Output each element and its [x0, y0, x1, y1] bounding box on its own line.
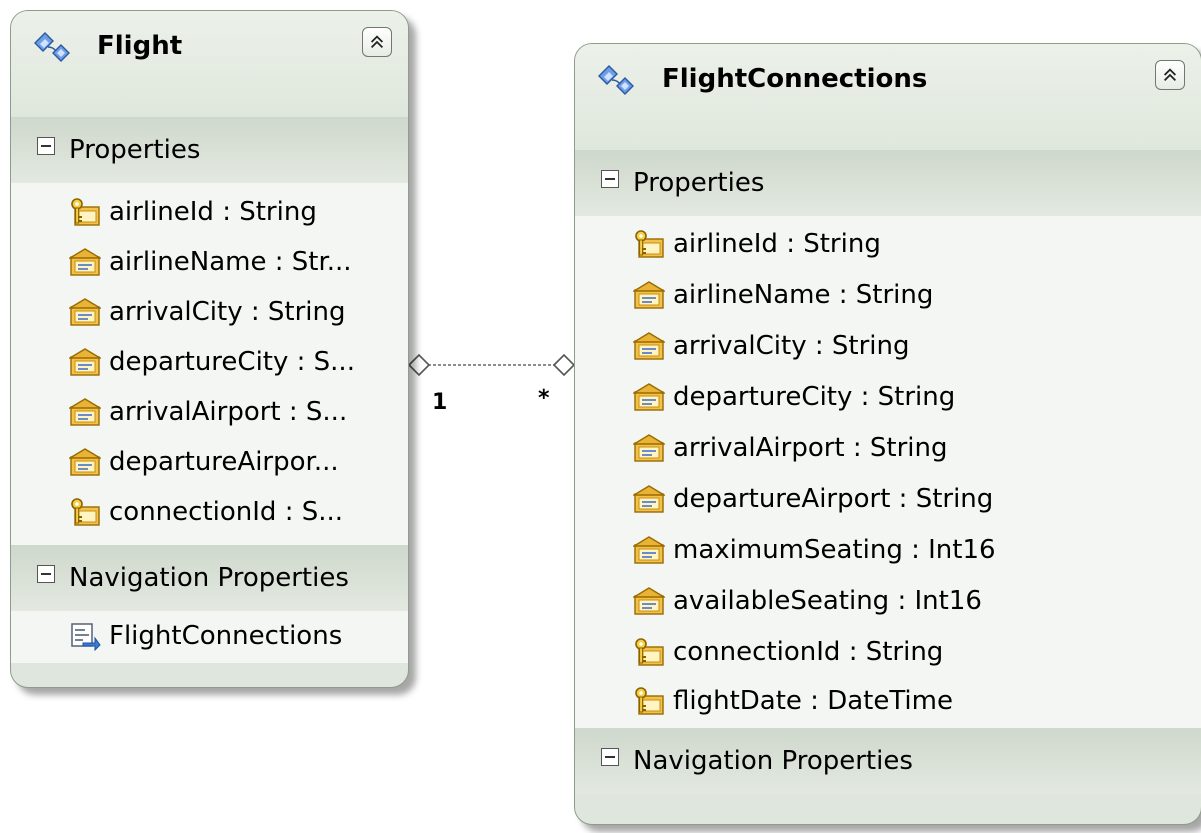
key-property-icon	[69, 197, 101, 227]
entity-title: Flight	[97, 31, 183, 61]
entity-icon	[595, 60, 639, 100]
property-item[interactable]: departureAirport : String	[633, 476, 993, 522]
key-property-icon	[633, 637, 665, 667]
property-icon	[633, 484, 665, 514]
property-icon	[69, 297, 101, 327]
key-property-icon	[69, 497, 101, 527]
property-item[interactable]: arrivalCity : String	[633, 323, 909, 369]
entity-title: FlightConnections	[662, 64, 928, 94]
section-label: Navigation Properties	[69, 563, 349, 593]
property-icon	[69, 397, 101, 427]
multiplicity-many: *	[538, 386, 550, 411]
entity-header[interactable]: Flight	[11, 11, 408, 117]
section-label: Navigation Properties	[633, 746, 913, 776]
properties-section-header[interactable]: Properties	[11, 117, 408, 183]
navigation-section-header[interactable]: Navigation Properties	[575, 728, 1201, 794]
entity-flight[interactable]: Flight Properties airlineId : String air…	[10, 10, 409, 688]
collapse-button[interactable]	[1155, 60, 1185, 90]
property-item[interactable]: arrivalCity : String	[69, 289, 345, 335]
entity-flight-connections[interactable]: FlightConnections Properties airlineId :…	[574, 43, 1201, 825]
property-item[interactable]: departureCity : S...	[69, 339, 355, 385]
entity-icon	[31, 27, 75, 67]
association-end-flight	[407, 353, 431, 377]
property-icon	[633, 280, 665, 310]
key-property-icon	[633, 686, 665, 716]
property-icon	[69, 347, 101, 377]
property-item[interactable]: arrivalAirport : S...	[69, 389, 347, 435]
property-item[interactable]: airlineName : String	[633, 272, 933, 318]
navigation-property-icon	[69, 621, 101, 651]
section-label: Properties	[633, 168, 765, 198]
navigation-list: FlightConnections	[11, 611, 408, 663]
property-icon	[633, 433, 665, 463]
collapse-section-icon[interactable]	[601, 170, 619, 188]
multiplicity-one: 1	[432, 390, 448, 415]
property-item[interactable]: connectionId : String	[633, 629, 943, 675]
property-icon	[69, 447, 101, 477]
property-item[interactable]: departureCity : String	[633, 374, 955, 420]
association-end-connections	[552, 353, 576, 377]
property-icon	[633, 535, 665, 565]
collapse-button[interactable]	[362, 27, 392, 57]
navigation-section-header[interactable]: Navigation Properties	[11, 545, 408, 611]
property-item[interactable]: flightDate : DateTime	[633, 678, 953, 724]
section-label: Properties	[69, 135, 201, 165]
property-item[interactable]: airlineId : String	[69, 189, 317, 235]
property-item[interactable]: maximumSeating : Int16	[633, 527, 996, 573]
collapse-section-icon[interactable]	[37, 565, 55, 583]
property-item[interactable]: availableSeating : Int16	[633, 578, 982, 624]
property-icon	[633, 382, 665, 412]
key-property-icon	[633, 229, 665, 259]
property-item[interactable]: airlineId : String	[633, 221, 881, 267]
property-icon	[69, 247, 101, 277]
properties-list: airlineId : String airlineName : Str... …	[11, 183, 408, 545]
collapse-chevron-icon	[1161, 66, 1179, 84]
property-icon	[633, 586, 665, 616]
property-icon	[633, 331, 665, 361]
property-item[interactable]: departureAirpor...	[69, 439, 339, 485]
collapse-section-icon[interactable]	[37, 137, 55, 155]
properties-list: airlineId : String airlineName : String …	[575, 216, 1201, 728]
property-item[interactable]: connectionId : S...	[69, 489, 343, 535]
collapse-section-icon[interactable]	[601, 748, 619, 766]
navigation-property-item[interactable]: FlightConnections	[69, 613, 342, 659]
properties-section-header[interactable]: Properties	[575, 150, 1201, 216]
entity-header[interactable]: FlightConnections	[575, 44, 1201, 150]
collapse-chevron-icon	[368, 33, 386, 51]
property-item[interactable]: airlineName : Str...	[69, 239, 352, 285]
property-item[interactable]: arrivalAirport : String	[633, 425, 948, 471]
